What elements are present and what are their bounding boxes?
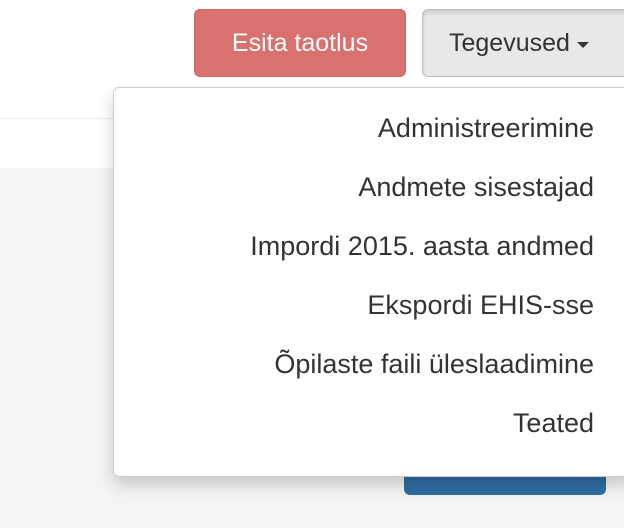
actions-dropdown-button[interactable]: Tegevused [422,9,624,77]
menu-item-impordi-andmed[interactable]: Impordi 2015. aasta andmed [154,217,624,276]
submit-button-label: Esita taotlus [231,28,369,57]
menu-item-opilaste-fail[interactable]: Õpilaste faili üleslaadimine [154,335,624,394]
menu-item-ekspordi-ehis[interactable]: Ekspordi EHIS-sse [154,276,624,335]
menu-item-administreerimine[interactable]: Administreerimine [154,99,624,158]
menu-item-andmete-sisestajad[interactable]: Andmete sisestajad [154,158,624,217]
actions-button-label: Tegevused [449,28,570,57]
submit-application-button[interactable]: Esita taotlus [194,9,406,77]
caret-down-icon [576,41,589,48]
actions-dropdown-menu: Administreerimine Andmete sisestajad Imp… [113,87,624,477]
menu-item-teated[interactable]: Teated [154,394,624,453]
